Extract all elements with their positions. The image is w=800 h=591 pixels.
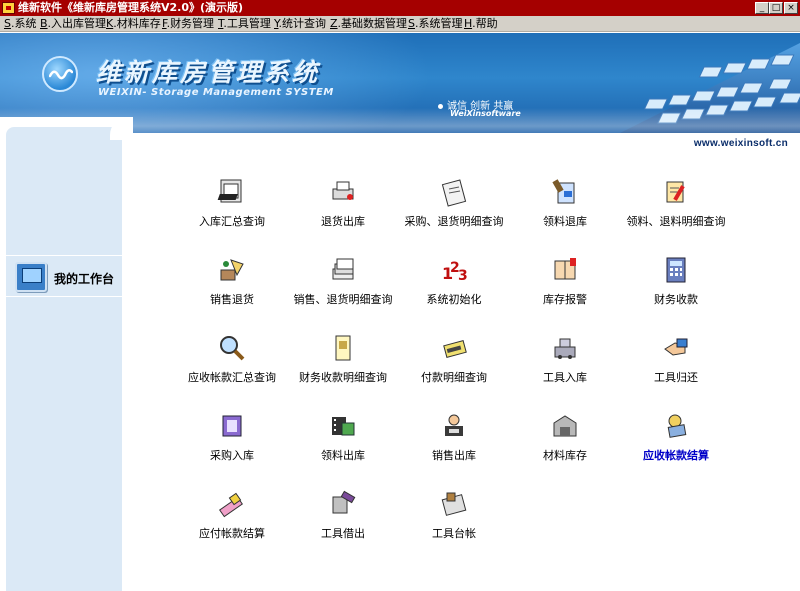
function-label: 退货出库 [321,215,365,228]
function-item[interactable]: 销售、退货明细查询 [288,255,398,315]
menu-base-data[interactable]: Z.基础数据管理 [330,17,407,31]
hand-return-icon[interactable] [661,333,691,363]
function-item[interactable]: 领料出库 [288,411,398,471]
sidebar-panel [6,127,122,591]
function-item[interactable]: 材料库存 [510,411,620,471]
lend-icon[interactable] [328,489,358,519]
function-label: 系统初始化 [426,293,482,306]
wave-logo-icon [42,56,78,92]
function-label: 库存报警 [543,293,587,306]
function-label: 入库汇总查询 [199,215,265,228]
window-icon[interactable] [217,177,247,207]
window-title: 维新软件《维新库房管理系统V2.0》(演示版) [18,1,244,14]
function-item[interactable]: 工具归还 [621,333,731,393]
menu-stock-io[interactable]: B.入出库管理 [40,17,106,31]
function-label: 采购、退货明细查询 [404,215,504,228]
svg-text:3: 3 [458,268,468,284]
magnifier-icon[interactable] [217,333,247,363]
tools-doc-icon[interactable] [550,177,580,207]
account-book-icon[interactable] [439,489,469,519]
function-item[interactable]: 1 2 3 系统初始化 [399,255,509,315]
function-label: 销售出库 [432,449,476,462]
function-item[interactable]: 财务收款明细查询 [288,333,398,393]
stack-docs-icon[interactable] [328,255,358,285]
payment-icon[interactable] [439,333,469,363]
function-item[interactable]: 领料、退料明细查询 [621,177,731,237]
sidebar-corner [110,117,133,140]
banner-title: 维新库房管理系统 [96,58,321,87]
function-item[interactable]: 销售退货 [177,255,287,315]
menu-help[interactable]: H.帮助 [464,17,498,31]
function-item[interactable]: 库存报警 [510,255,620,315]
menu-statistics[interactable]: Y.统计查询 [274,17,326,31]
function-item[interactable]: 工具台帐 [399,489,509,549]
function-label: 付款明细查询 [421,371,487,384]
function-label: 工具借出 [321,527,365,540]
site-url: www.weixinsoft.cn [693,138,788,149]
printer-icon[interactable] [328,177,358,207]
function-item[interactable]: 领料退库 [510,177,620,237]
function-item[interactable]: 采购入库 [177,411,287,471]
title-bar: 维新软件《维新库房管理系统V2.0》(演示版) _ □ × [0,0,800,16]
sidebar [0,117,133,591]
function-label: 工具归还 [654,371,698,384]
function-label: 财务收款 [654,293,698,306]
menu-finance[interactable]: F.财务管理 [162,17,214,31]
function-label: 材料库存 [543,449,587,462]
clipboard-icon[interactable] [439,177,469,207]
function-item[interactable]: 退货出库 [288,177,398,237]
function-item[interactable]: 销售出库 [399,411,509,471]
banner-subtitle: WEIXIN- Storage Management SYSTEM [98,87,334,98]
function-label: 应付帐款结算 [199,527,265,540]
monitor-icon [15,262,47,292]
banner-slogan-sub: WeiXinsoftware [450,109,521,118]
maximize-button[interactable]: □ [769,2,783,14]
menu-tools[interactable]: T.工具管理 [218,17,271,31]
menu-bar: S.系统 B.入出库管理 K.材料库存 F.财务管理 T.工具管理 Y.统计查询… [0,16,800,32]
function-item[interactable]: 采购、退货明细查询 [399,177,509,237]
function-label: 财务收款明细查询 [299,371,387,384]
warehouse-icon[interactable] [550,411,580,441]
function-label: 领料出库 [321,449,365,462]
function-label: 应收帐款汇总查询 [188,371,276,384]
bullet-icon [438,103,443,109]
receivable-icon[interactable] [661,411,691,441]
function-label: 采购入库 [210,449,254,462]
minimize-button[interactable]: _ [755,2,769,14]
ledger-icon[interactable] [328,333,358,363]
numbers-icon[interactable]: 123 [439,255,469,285]
menu-system-admin[interactable]: S.系统管理 [408,17,462,31]
function-item[interactable]: 应收帐款结算 [621,411,731,471]
main-content: www.weixinsoft.cn 入库汇总查询 退货出库 采购、退货明细查询 领料退… [133,133,800,591]
sidebar-item-workbench[interactable]: 我的工作台 [6,255,122,297]
purchase-icon[interactable] [217,411,247,441]
function-item[interactable]: 工具入库 [510,333,620,393]
function-item[interactable]: 入库汇总查询 [177,177,287,237]
app-logo-icon [2,2,15,14]
menu-material-stock[interactable]: K.材料库存 [106,17,161,31]
workbench-label: 我的工作台 [54,272,115,286]
function-label: 工具入库 [543,371,587,384]
eraser-icon[interactable] [217,489,247,519]
book-alarm-icon[interactable] [550,255,580,285]
function-label: 应收帐款结算 [643,449,709,462]
goods-return-icon[interactable] [217,255,247,285]
pencil-doc-icon[interactable] [661,177,691,207]
calculator-icon[interactable] [661,255,691,285]
function-item[interactable]: 付款明细查询 [399,333,509,393]
function-label: 领料、退料明细查询 [626,215,726,228]
machine-icon[interactable] [550,333,580,363]
function-label: 工具台帐 [432,527,476,540]
function-label: 销售、退货明细查询 [293,293,393,306]
function-item[interactable]: 应付帐款结算 [177,489,287,549]
close-button[interactable]: × [784,2,798,14]
sales-icon[interactable] [439,411,469,441]
function-label: 领料退库 [543,215,587,228]
function-label: 销售退货 [210,293,254,306]
function-item[interactable]: 财务收款 [621,255,731,315]
film-icon[interactable] [328,411,358,441]
function-item[interactable]: 应收帐款汇总查询 [177,333,287,393]
menu-system[interactable]: S.系统 [4,17,36,31]
function-item[interactable]: 工具借出 [288,489,398,549]
